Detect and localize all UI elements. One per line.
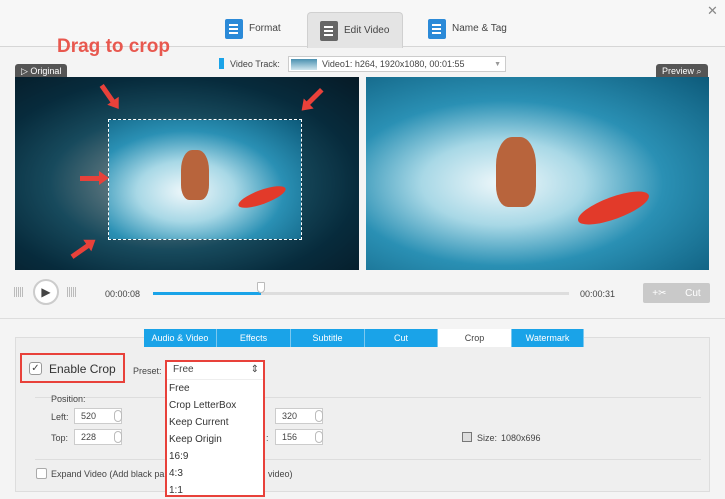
position-label: Position: <box>51 394 86 404</box>
original-text: Original <box>30 66 62 76</box>
left-spinner[interactable] <box>114 410 122 422</box>
prev-frame-icon[interactable] <box>14 287 24 297</box>
tab-watermark[interactable]: Watermark <box>512 329 584 347</box>
arrow-icon <box>80 171 109 185</box>
tab-cut[interactable]: Cut <box>365 329 438 347</box>
tab-format[interactable]: Format <box>225 10 281 47</box>
preset-option[interactable]: Keep Current <box>167 414 263 431</box>
zoom-icon: ⌕ <box>696 66 702 76</box>
drag-to-crop-annotation: Drag to crop <box>57 36 170 57</box>
end-time: 00:00:31 <box>580 289 616 299</box>
preset-label: Preset: <box>133 366 162 376</box>
top-label: Top: <box>51 433 69 443</box>
preview-text: Preview <box>662 66 695 76</box>
edit-tabs: Audio & Video Effects Subtitle Cut Crop … <box>144 329 584 347</box>
name-tag-icon <box>428 18 446 39</box>
play-button[interactable]: ▶ <box>33 279 59 305</box>
expand-video-label: Expand Video (Add black pa <box>51 469 165 479</box>
preview-video <box>366 77 709 270</box>
tab-edit-video[interactable]: Edit Video <box>307 12 403 48</box>
tab-name-tag[interactable]: Name & Tag <box>428 10 507 47</box>
cut-button[interactable]: +✂ Cut <box>643 283 710 303</box>
video-track-select[interactable]: Video1: h264, 1920x1080, 00:01:55 ▼ <box>288 56 506 72</box>
tab-crop[interactable]: Crop <box>438 329 512 347</box>
scissors-icon: +✂ <box>652 287 667 299</box>
enable-crop-checkbox[interactable]: ✓ <box>29 362 42 375</box>
tab-label: Format <box>249 23 281 34</box>
timeline-progress <box>153 292 262 295</box>
chevron-updown-icon: ⇕ <box>250 364 259 375</box>
expand-video-checkbox[interactable] <box>36 468 47 479</box>
current-time: 00:00:08 <box>105 289 141 299</box>
timeline-slider[interactable] <box>153 282 569 295</box>
divider <box>265 397 701 398</box>
left-label: Left: <box>51 412 69 422</box>
height-spinner[interactable] <box>315 431 323 443</box>
tab-audio-video[interactable]: Audio & Video <box>144 329 217 347</box>
tab-label: Name & Tag <box>452 23 507 34</box>
expand-video-label-end: video) <box>268 469 293 479</box>
preset-value: Free <box>173 364 194 375</box>
preset-option[interactable]: 4:3 <box>167 465 263 482</box>
divider <box>0 318 725 319</box>
cut-label: Cut <box>685 287 701 299</box>
tab-label: Edit Video <box>344 25 390 36</box>
preset-option[interactable]: 1:1 <box>167 482 263 499</box>
edit-video-icon <box>320 20 338 41</box>
video-thumbnail <box>291 58 317 70</box>
tab-subtitle[interactable]: Subtitle <box>291 329 365 347</box>
size-icon <box>462 432 472 442</box>
height-label: : <box>266 433 269 443</box>
preset-dropdown[interactable]: Free ⇕ Free Crop LetterBox Keep Current K… <box>165 360 265 497</box>
video-track-icon <box>219 58 224 69</box>
video-track-label: Video Track: <box>230 59 280 69</box>
preset-option[interactable]: Free <box>167 380 263 397</box>
chevron-down-icon: ▼ <box>494 60 501 68</box>
width-spinner[interactable] <box>315 410 323 422</box>
preset-option[interactable]: Crop LetterBox <box>167 397 263 414</box>
format-icon <box>225 18 243 39</box>
crop-box[interactable] <box>108 119 302 240</box>
preset-option[interactable]: 16:9 <box>167 448 263 465</box>
size-value: 1080x696 <box>501 433 541 443</box>
close-icon[interactable]: ✕ <box>707 3 718 19</box>
tab-effects[interactable]: Effects <box>217 329 291 347</box>
size-label: Size: <box>477 433 498 443</box>
video-track-value: Video1: h264, 1920x1080, 00:01:55 <box>322 59 465 69</box>
divider <box>265 459 701 460</box>
timeline-handle[interactable] <box>257 282 266 293</box>
divider <box>35 459 165 460</box>
preset-option[interactable]: Keep Origin <box>167 431 263 448</box>
next-frame-icon[interactable] <box>67 287 77 297</box>
preset-select[interactable]: Free ⇕ <box>167 362 263 380</box>
enable-crop-label: Enable Crop <box>49 362 116 376</box>
top-spinner[interactable] <box>114 431 122 443</box>
